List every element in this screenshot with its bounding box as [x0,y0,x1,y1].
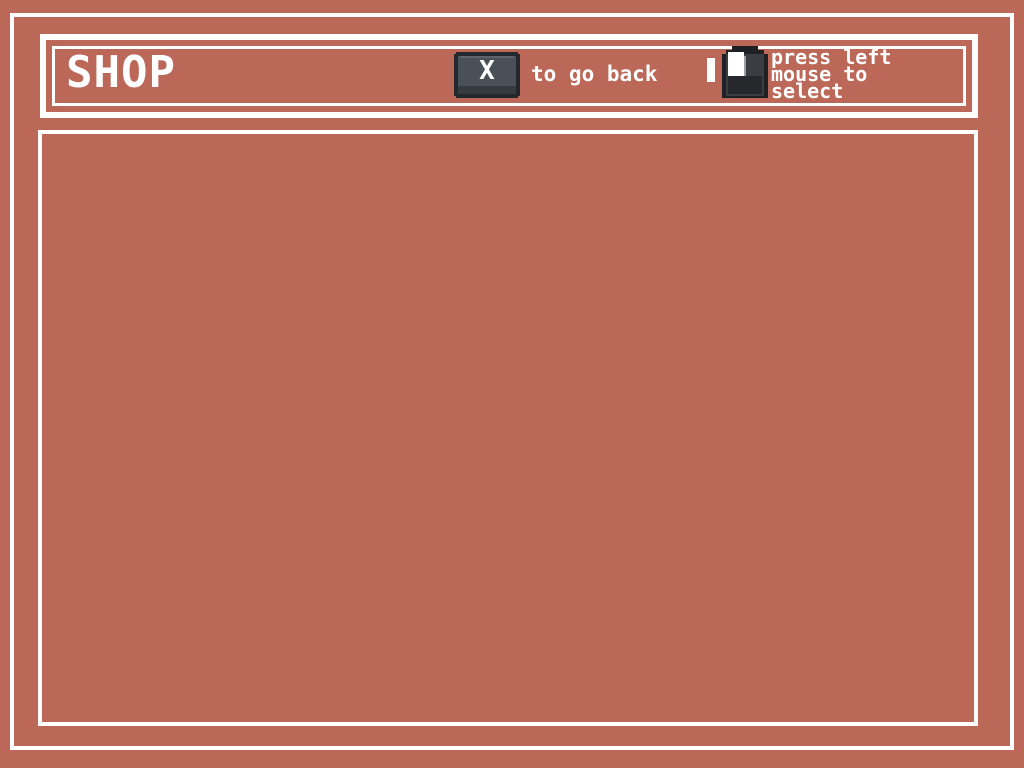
shop-items-panel [38,130,978,726]
x-key-label: X [479,56,495,86]
header-divider [707,58,715,82]
shop-title: SHOP [66,47,176,98]
back-hint-text: to go back [531,62,658,86]
mouse-left-button-icon [722,46,768,98]
x-key-icon[interactable]: X [452,50,522,100]
select-hint-text: press left mouse to select [771,45,892,103]
